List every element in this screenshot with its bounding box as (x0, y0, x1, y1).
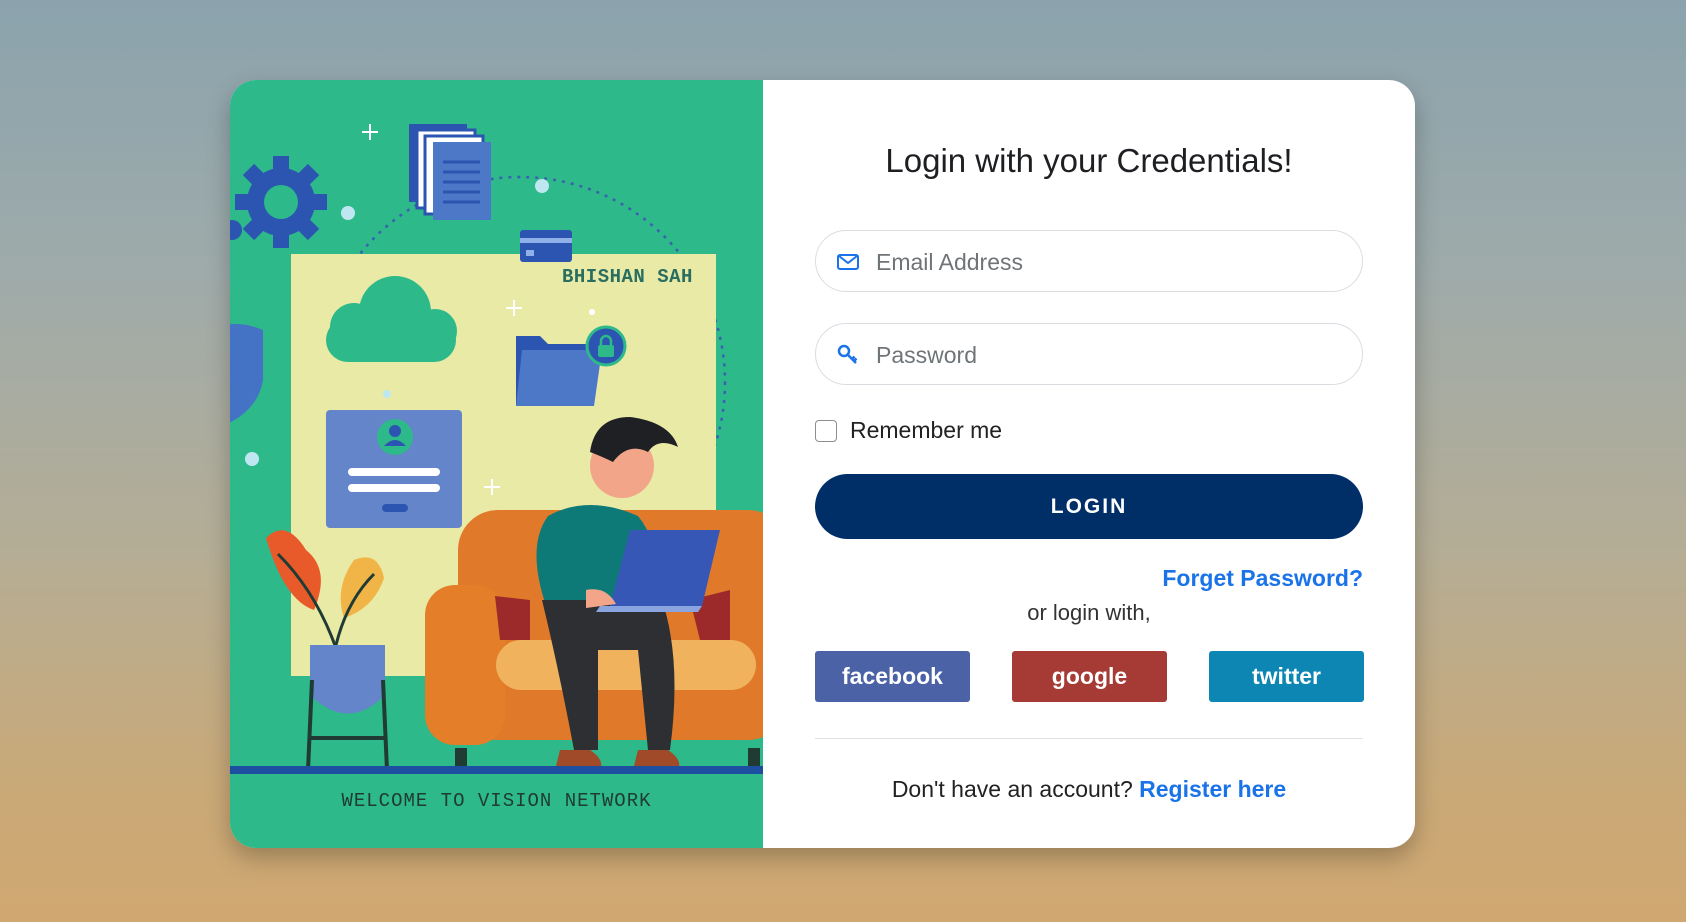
gear-icon (235, 156, 327, 248)
welcome-text: WELCOME TO VISION NETWORK (341, 790, 652, 812)
email-field[interactable] (815, 230, 1363, 293)
email-input[interactable] (874, 231, 1348, 293)
remember-label: Remember me (850, 417, 1003, 443)
remember-checkbox[interactable] (815, 419, 837, 442)
forgot-password-link[interactable]: Forget Password? (1162, 565, 1363, 592)
register-link[interactable]: Register here (1139, 776, 1286, 802)
envelope-icon (837, 254, 859, 270)
password-field[interactable] (815, 323, 1363, 386)
lock-icon (585, 325, 627, 367)
key-icon (837, 344, 858, 364)
or-login-with-text: or login with, (1027, 600, 1151, 625)
login-card: BHISHAN SAH WELCOME TO VISION NETWORK Lo… (230, 80, 1415, 848)
login-form-panel: Login with your Credentials! Remember me… (763, 80, 1415, 848)
credit-card-icon (520, 230, 572, 262)
register-prompt: Don't have an account? (891, 776, 1133, 802)
remember-me[interactable]: Remember me (815, 417, 1002, 444)
facebook-button[interactable]: facebook (815, 651, 970, 702)
login-window-icon (326, 410, 462, 528)
login-button[interactable]: LOGIN (815, 474, 1363, 539)
form-title: Login with your Credentials! (885, 142, 1293, 179)
login-illustration (230, 124, 763, 774)
register-row: Don't have an account? Register here (815, 776, 1363, 803)
google-button[interactable]: google (1012, 651, 1167, 702)
password-input[interactable] (874, 324, 1348, 386)
divider (815, 738, 1363, 739)
twitter-button[interactable]: twitter (1209, 651, 1364, 702)
illustration-panel: BHISHAN SAH WELCOME TO VISION NETWORK (230, 80, 763, 848)
brand-text: BHISHAN SAH (562, 266, 693, 288)
documents-icon (409, 124, 491, 220)
